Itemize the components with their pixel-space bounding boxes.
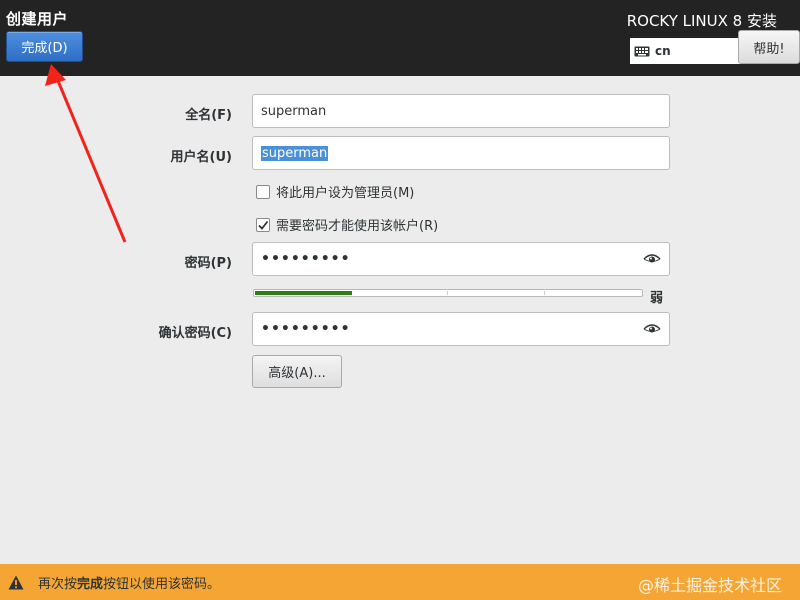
warning-text-suffix: 按钮以使用该密码。 [103, 576, 221, 592]
admin-checkbox[interactable] [256, 184, 270, 199]
warning-icon [8, 575, 24, 589]
header-bar: 创建用户 完成(D) ROCKY LINUX 8 安装 cn 帮助! [0, 0, 800, 76]
username-value: superman [261, 145, 329, 161]
fullname-input[interactable]: superman [252, 94, 670, 128]
require-password-row[interactable]: 需要密码才能使用该帐户(R) [256, 215, 438, 234]
strength-segment-divider [544, 291, 545, 295]
confirm-password-value: ••••••••• [261, 321, 351, 337]
keyboard-icon [634, 46, 650, 56]
keyboard-layout-label: cn [655, 44, 671, 58]
keyboard-layout-indicator[interactable]: cn [630, 38, 742, 64]
require-password-checkbox[interactable] [256, 217, 270, 232]
fullname-label: 全名(F) [185, 108, 232, 123]
show-password-eye-icon[interactable] [643, 253, 661, 265]
confirm-password-input[interactable]: ••••••••• [252, 312, 670, 346]
done-button[interactable]: 完成(D) [6, 31, 83, 62]
warning-text-prefix: 再次按 [38, 576, 78, 592]
password-strength-fill [255, 291, 352, 295]
username-input[interactable]: superman [252, 136, 670, 170]
warning-text-bold: 完成 [77, 576, 104, 592]
require-password-label: 需要密码才能使用该帐户(R) [276, 219, 439, 234]
strength-segment-divider [447, 291, 448, 295]
fullname-value: superman [261, 103, 327, 119]
password-strength-bar [253, 289, 643, 297]
warning-bar: 再次按完成按钮以使用该密码。 @稀土掘金技术社区 [0, 564, 800, 600]
annotation-arrow [45, 64, 127, 243]
installer-title: ROCKY LINUX 8 安装 [626, 12, 777, 30]
username-label: 用户名(U) [170, 150, 232, 165]
password-label: 密码(P) [184, 256, 232, 271]
watermark: @稀土掘金技术社区 [637, 576, 782, 595]
admin-checkbox-row[interactable]: 将此用户设为管理员(M) [256, 182, 414, 201]
password-strength-label: 弱 [650, 291, 664, 306]
show-confirm-password-eye-icon[interactable] [643, 323, 661, 335]
help-button[interactable]: 帮助! [738, 30, 800, 64]
checkmark-icon [258, 220, 269, 230]
confirm-password-label: 确认密码(C) [158, 326, 232, 341]
admin-checkbox-label: 将此用户设为管理员(M) [276, 186, 415, 201]
advanced-button[interactable]: 高级(A)... [252, 355, 342, 388]
page-title: 创建用户 [6, 10, 69, 28]
password-input[interactable]: ••••••••• [252, 242, 670, 276]
warning-message: 再次按完成按钮以使用该密码。 [38, 573, 220, 592]
password-value: ••••••••• [261, 251, 351, 267]
